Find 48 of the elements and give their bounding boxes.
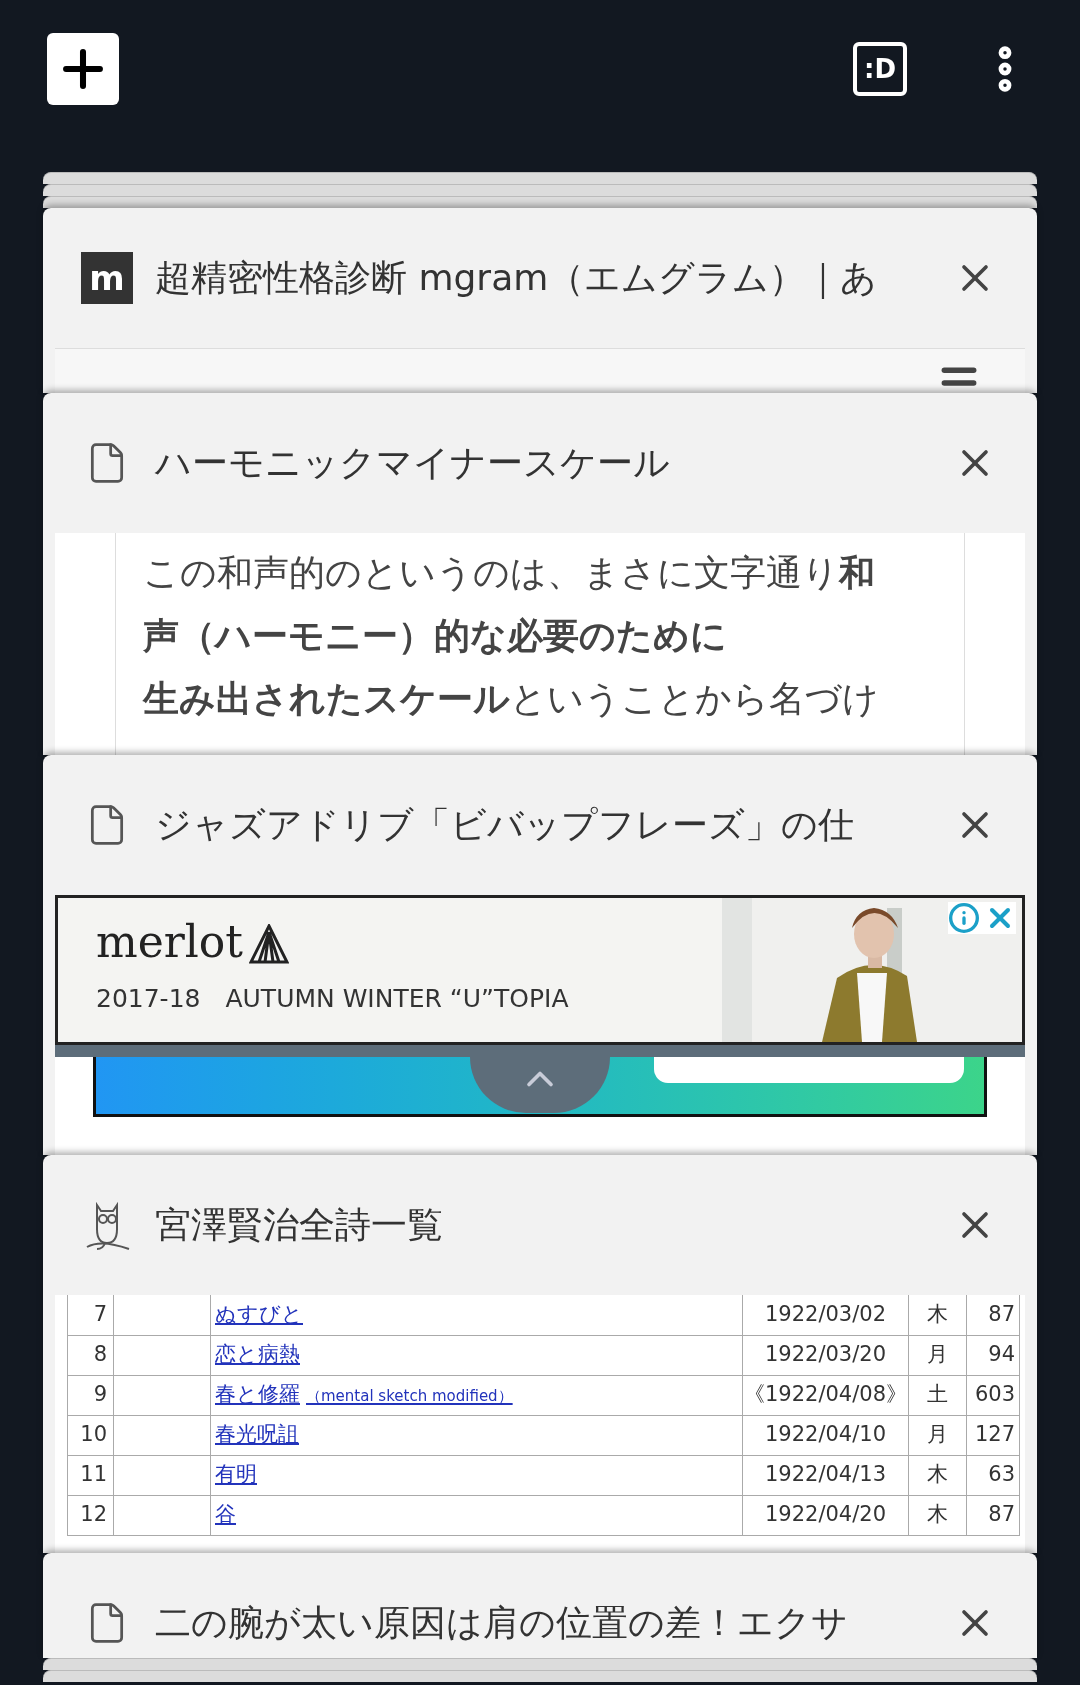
tab-count-button[interactable]: :D	[853, 42, 907, 96]
article-paragraph: この和声的のというのは、まさに文字通り和 声（ハーモニー）的な必要のために 生み出されたスケールということから名づけ	[143, 551, 880, 721]
weekday-cell: 木	[908, 1495, 967, 1535]
weekday-cell: 土	[908, 1375, 967, 1415]
poem-link[interactable]: ぬすびと	[215, 1302, 303, 1326]
tab-card[interactable]: ハーモニックマイナースケール この和声的のというのは、まさに文字通り和 声（ハーモニー）的な必要のために 生み出されたスケールということから名づけ	[43, 393, 1037, 755]
tab-title: ハーモニックマイナースケール	[155, 441, 671, 485]
weekday-cell: 月	[908, 1415, 967, 1455]
ad-banner[interactable]: merlot 2017-18 AUTUMN WINTER “U”TOPIA	[55, 895, 1025, 1045]
row-number: 11	[67, 1455, 114, 1495]
count-cell: 63	[966, 1455, 1020, 1495]
row-number: 7	[67, 1295, 114, 1335]
date-cell: 《1922/04/08》	[742, 1375, 909, 1415]
count-cell: 94	[966, 1335, 1020, 1375]
row-number: 8	[67, 1335, 114, 1375]
ad-tagline: 2017-18 AUTUMN WINTER “U”TOPIA	[96, 983, 570, 1015]
weekday-cell: 月	[908, 1335, 967, 1375]
row-number: 10	[67, 1415, 114, 1455]
info-icon[interactable]	[948, 902, 980, 934]
tab-card[interactable]: m 超精密性格診断 mgram（エムグラム）｜あ	[43, 208, 1037, 393]
site-favicon: m	[81, 252, 133, 304]
poem-link[interactable]: 有明	[215, 1462, 257, 1487]
count-cell: 127	[966, 1415, 1020, 1455]
tent-logo-icon	[249, 924, 290, 964]
brand-name: merlot	[96, 920, 244, 964]
tab-card[interactable]: ジャズアドリブ「ビバップフレーズ」の仕 merlot 2017-18 AUTUMN WINTER “U”TOPIA	[43, 755, 1037, 1155]
tab-title: ジャズアドリブ「ビバップフレーズ」の仕	[155, 803, 855, 847]
new-tab-button[interactable]	[47, 33, 119, 105]
tab-card[interactable]: 二の腕が太い原因は肩の位置の差！エクサ	[43, 1553, 1037, 1658]
poem-link[interactable]: 谷	[215, 1502, 236, 1527]
weekday-cell: 木	[908, 1455, 967, 1495]
date-cell: 1922/03/02	[742, 1295, 909, 1335]
tab-card[interactable]: 宮澤賢治全詩一覧 7 ぬすびと 1922/03/02 木 87 8 恋と病熱 1922/03/20 月 94 9 春と修羅 （mental sketch modified） 《1922/04/08》 土 603 10 春光呪詛 1922/04/10 月 127 11 有明 1922/04/13 木 63 12 谷 1922/04/20 木 87	[43, 1155, 1037, 1553]
tab-title: 二の腕が太い原因は肩の位置の差！エクサ	[155, 1601, 849, 1645]
poem-link[interactable]: 春光呪詛	[215, 1422, 299, 1447]
date-cell: 1922/03/20	[742, 1335, 909, 1375]
date-cell: 1922/04/10	[742, 1415, 909, 1455]
date-cell: 1922/04/13	[742, 1455, 909, 1495]
date-cell: 1922/04/20	[742, 1495, 909, 1535]
tab-title: 超精密性格診断 mgram（エムグラム）｜あ	[155, 256, 879, 301]
poem-link[interactable]: 恋と病熱	[215, 1342, 300, 1367]
tab-title: 宮澤賢治全詩一覧	[155, 1203, 444, 1247]
weekday-cell: 木	[908, 1295, 967, 1335]
row-number: 12	[67, 1495, 114, 1535]
count-cell: 87	[966, 1295, 1020, 1335]
row-number: 9	[67, 1375, 114, 1415]
count-cell: 603	[966, 1375, 1020, 1415]
count-cell: 87	[966, 1495, 1020, 1535]
